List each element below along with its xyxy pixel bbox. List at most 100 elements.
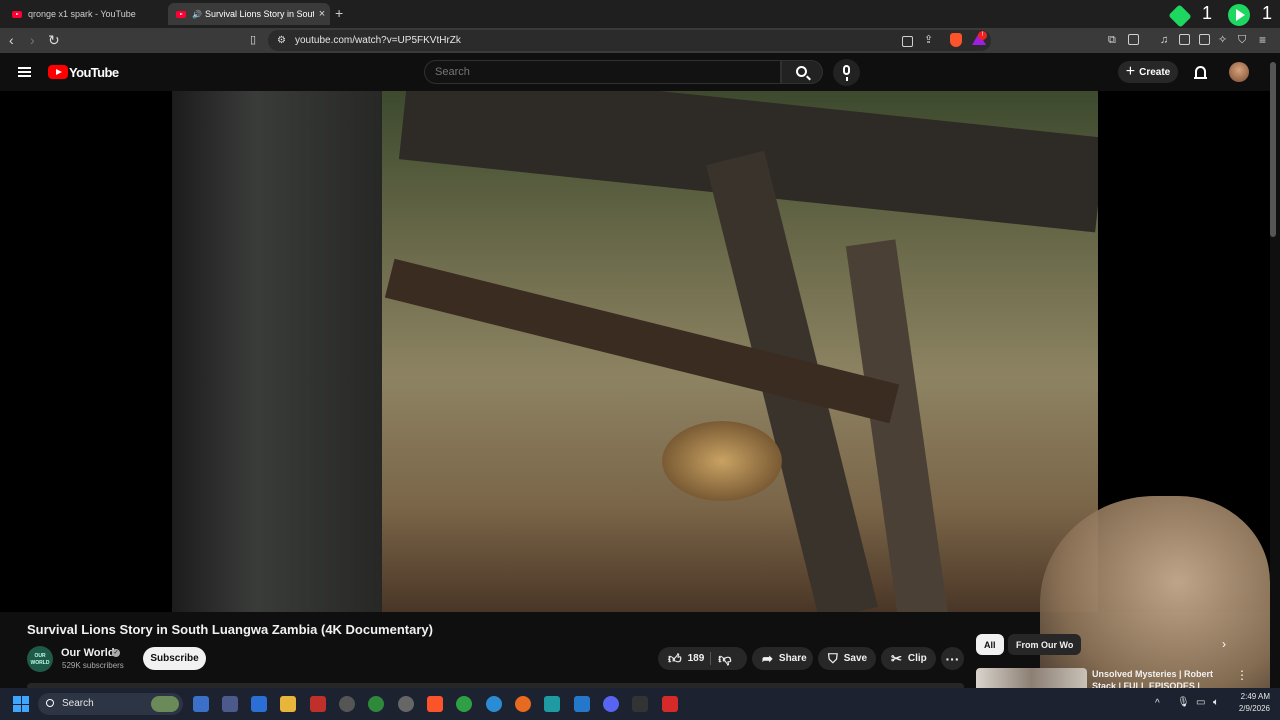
tab-qronge[interactable]: qronge x1 spark - YouTube — [4, 3, 166, 25]
microphone-tray-icon[interactable]: 🎙︎ — [1177, 697, 1190, 708]
taskbar-search[interactable]: Search — [38, 693, 183, 715]
thumbs-up-icon[interactable]: 👍︎ — [668, 651, 682, 667]
firefox-browser-icon[interactable] — [515, 696, 531, 712]
close-tab-icon[interactable]: × — [314, 8, 330, 20]
recommendation-title[interactable]: Unsolved Mysteries | Robert Stack | FULL… — [1092, 668, 1222, 688]
chip-all[interactable]: All — [976, 634, 1004, 655]
brave-shields-icon[interactable] — [950, 33, 962, 47]
like-count[interactable]: 189 — [688, 653, 705, 664]
task-view-icon[interactable] — [193, 696, 209, 712]
tree-trunk-left — [172, 91, 382, 612]
recommendation-thumbnail[interactable] — [976, 668, 1087, 688]
bookmark-icon[interactable]: ▯ — [250, 33, 256, 47]
channel-avatar[interactable]: OUR WORLD — [27, 646, 53, 672]
windows-start-icon[interactable] — [13, 696, 29, 712]
vpn-shield-icon[interactable]: ⛉ — [1238, 33, 1246, 47]
vscode-app-icon[interactable] — [574, 696, 590, 712]
reload-icon[interactable]: ↻ — [48, 33, 60, 47]
channel-name[interactable]: Our World — [61, 647, 115, 659]
volume-icon[interactable]: 🔈︎ — [1213, 697, 1219, 708]
video-player[interactable] — [0, 91, 1270, 711]
baboon-figure — [662, 421, 782, 501]
tray-chevron-icon[interactable]: ^ — [1155, 698, 1160, 709]
file-explorer-icon[interactable] — [280, 696, 296, 712]
tree-branch-diagonal — [384, 258, 900, 424]
search-icon — [46, 699, 54, 707]
search-input[interactable] — [435, 66, 765, 78]
app-person-icon[interactable] — [632, 696, 648, 712]
settings-app-icon[interactable] — [222, 696, 238, 712]
new-tab-button[interactable]: + — [335, 5, 343, 21]
network-icon[interactable]: ▭ — [1196, 697, 1205, 708]
play-extension-icon[interactable] — [1228, 4, 1250, 26]
app-circle-icon[interactable] — [339, 696, 355, 712]
extension-count: 1 — [1262, 3, 1273, 23]
share-page-icon[interactable]: ⇪ — [924, 33, 933, 47]
remote-app-icon[interactable] — [251, 696, 267, 712]
create-label: Create — [1139, 66, 1171, 78]
video-frame[interactable] — [172, 91, 1098, 612]
site-info-icon[interactable]: ⚙ — [277, 34, 286, 48]
speaker-icon: 🔊 — [192, 9, 202, 19]
taskbar-search-label: Search — [62, 698, 94, 709]
kebab-menu-icon[interactable]: ⋮ — [1236, 668, 1248, 682]
wallet-icon[interactable] — [1199, 34, 1210, 45]
address-bar[interactable]: ⚙ youtube.com/watch?v=UP5FKVtHrZk ⇪ — [268, 30, 991, 51]
save-button[interactable]: ⛉ Save — [818, 647, 876, 670]
search-icon — [796, 66, 807, 77]
leo-ai-icon[interactable]: ✧ — [1218, 33, 1227, 47]
tab-survival-lions[interactable]: 🔊 Survival Lions Story in South L × — [168, 3, 330, 25]
thumbs-down-icon[interactable]: 👎︎ — [718, 651, 731, 667]
kick-extension-icon[interactable] — [1168, 4, 1192, 28]
tab-label: Survival Lions Story in South L — [204, 9, 314, 19]
guide-menu-icon[interactable] — [18, 67, 31, 77]
sidebar-icon[interactable] — [1179, 34, 1190, 45]
like-dislike-group: 👍︎ 189 👎︎ — [658, 647, 747, 670]
youtube-logo-icon[interactable] — [48, 65, 68, 79]
browser-toolbar: ‹ › ↻ ▯ ⚙ youtube.com/watch?v=UP5FKVtHrZ… — [0, 28, 1280, 53]
youtube-favicon-icon — [176, 10, 186, 18]
discord-app-icon[interactable] — [603, 696, 619, 712]
url-text[interactable]: youtube.com/watch?v=UP5FKVtHrZk — [295, 35, 461, 46]
share-label: Share — [778, 653, 807, 664]
edge-browser-icon[interactable] — [486, 696, 502, 712]
chevron-right-icon[interactable]: › — [1222, 637, 1226, 651]
app-bolt-icon[interactable] — [662, 696, 678, 712]
screenshot-icon[interactable] — [1128, 34, 1139, 45]
search-highlight-icon — [151, 696, 179, 712]
brave-browser-icon[interactable] — [427, 696, 443, 712]
verified-check-icon: ✓ — [112, 649, 120, 657]
media-icon[interactable]: ♫ — [1160, 33, 1168, 47]
clip-label: Clip — [907, 653, 927, 664]
rewards-badge: ! — [978, 31, 987, 40]
page-scrollbar[interactable] — [1270, 62, 1276, 237]
chip-from-our-world[interactable]: From Our Wo — [1008, 634, 1082, 655]
app-red-icon[interactable] — [310, 696, 326, 712]
cast-icon[interactable] — [902, 36, 913, 47]
save-label: Save — [843, 653, 868, 664]
create-button[interactable]: + Create — [1118, 61, 1178, 83]
menu-icon[interactable]: ≡ — [1259, 33, 1266, 47]
clip-button[interactable]: ✂ Clip — [881, 647, 936, 670]
chrome-browser-icon[interactable] — [456, 696, 472, 712]
voice-search-button[interactable] — [833, 59, 860, 86]
search-box[interactable] — [424, 60, 781, 84]
app-ring-icon[interactable] — [398, 696, 414, 712]
clock-date[interactable]: 2/9/2026 — [1232, 704, 1270, 713]
arduino-app-icon[interactable] — [544, 696, 560, 712]
chrome-app-icon[interactable] — [368, 696, 384, 712]
notifications-bell-icon[interactable] — [1194, 66, 1207, 79]
back-icon[interactable]: ‹ — [9, 33, 14, 47]
subscribe-button[interactable]: Subscribe — [143, 647, 206, 670]
clock-time[interactable]: 2:49 AM — [1232, 692, 1270, 701]
youtube-header: YouTube + Create — [0, 53, 1280, 91]
bookmark-save-icon: ⛉ — [828, 650, 838, 666]
share-button[interactable]: ➦ Share — [752, 647, 813, 670]
extensions-icon[interactable]: ⧉ — [1108, 33, 1116, 47]
forward-icon[interactable]: › — [30, 33, 35, 47]
youtube-logo-text[interactable]: YouTube — [69, 65, 119, 80]
user-avatar[interactable] — [1229, 62, 1249, 82]
more-actions-button[interactable]: ··· — [941, 647, 964, 670]
windows-taskbar: Search ^ 🎙︎ ▭ 🔈︎ 2:49 AM 2/9/2026 — [0, 688, 1280, 720]
search-button[interactable] — [781, 60, 823, 84]
